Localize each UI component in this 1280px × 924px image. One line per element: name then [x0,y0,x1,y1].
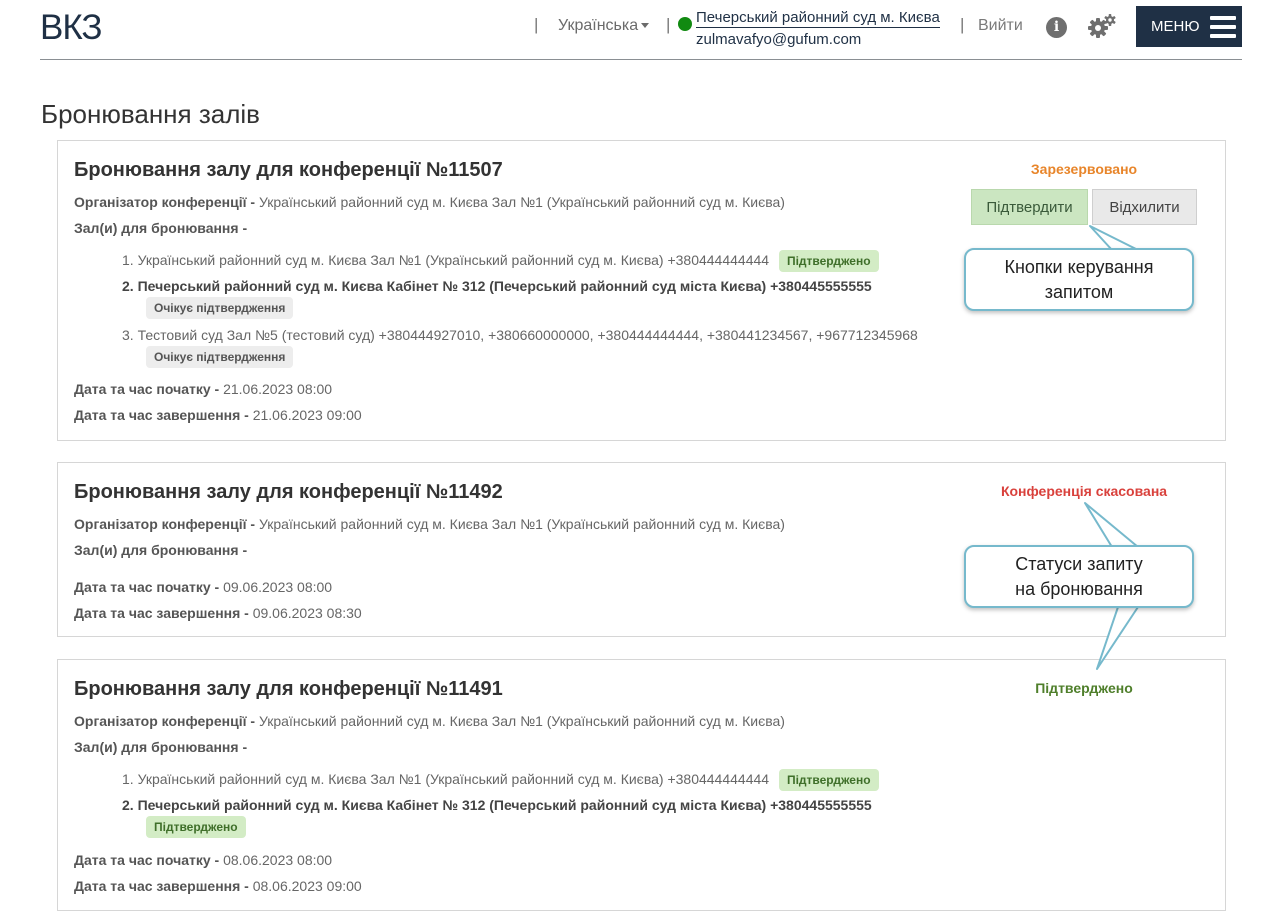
organizer-value: Український районний суд м. Києва Зал №1… [258,713,785,729]
organizer-label: Організатор конференції - [74,194,256,210]
end-label: Дата та час завершення - [74,605,249,621]
logout-link[interactable]: Вийти [978,17,1023,35]
menu-button[interactable]: МЕНЮ [1136,6,1242,47]
hall-status-badge: Підтверджено [778,250,879,272]
hall-item: 2. Печерський районний суд м. Києва Кабі… [122,278,872,294]
hall-item: 3. Тестовий суд Зал №5 (тестовий суд) +3… [122,327,918,343]
callout-text: запитом [1044,282,1114,302]
booking-status: Підтверджено [1035,680,1133,696]
online-status-icon [678,17,692,31]
callout-text: Статуси запиту [1015,554,1143,574]
booking-status: Зарезервовано [1030,161,1138,177]
start-datetime-row: Дата та час початку - 09.06.2023 08:00 [74,579,332,595]
caret-down-icon [641,23,650,29]
halls-label: Зал(и) для бронювання - [74,220,247,236]
halls-label-text: Зал(и) для бронювання - [74,739,248,755]
start-datetime-row: Дата та час початку - 08.06.2023 08:00 [74,852,332,868]
start-label: Дата та час початку - [74,579,220,595]
hall-status-badge: Очікує підтвердження [146,297,294,319]
halls-label: Зал(и) для бронювання - [74,542,247,558]
end-label: Дата та час завершення - [74,407,249,423]
user-email: zulmavafyo@gufum.com [696,31,862,48]
hall-item: 1. Український районний суд м. Києва Зал… [122,250,879,272]
halls-label-text: Зал(и) для бронювання - [74,220,248,236]
end-datetime-row: Дата та час завершення - 08.06.2023 09:0… [74,878,362,894]
top-header: ВКЗ | Українська | Печерський районний с… [40,0,1242,60]
end-value: 21.06.2023 09:00 [252,407,362,423]
hall-item: 2. Печерський районний суд м. Києва Кабі… [122,797,872,813]
organizer-value: Український районний суд м. Києва Зал №1… [258,194,785,210]
current-court-link[interactable]: Печерський районний суд м. Києва [696,9,940,28]
organizer-row: Організатор конференції - Український ра… [74,516,785,532]
halls-label-text: Зал(и) для бронювання - [74,542,248,558]
booking-title: Бронювання залу для конференції №11492 [74,481,503,503]
start-label: Дата та час початку - [74,381,220,397]
confirm-button[interactable]: Підтвердити [971,189,1088,225]
end-datetime-row: Дата та час завершення - 21.06.2023 09:0… [74,407,362,423]
booking-title: Бронювання залу для конференції №11507 [74,159,503,181]
booking-title: Бронювання залу для конференції №11491 [74,678,503,700]
gear-icon[interactable] [1087,13,1117,39]
callout-text: Кнопки керування [1004,257,1154,277]
hall-status-badge: Очікує підтвердження [146,346,294,368]
callout-text: на бронювання [1015,579,1143,599]
header-separator: | [534,15,539,34]
menu-label: МЕНЮ [1151,18,1200,35]
hall-status-badge: Підтверджено [778,769,879,791]
page-title: Бронювання залів [41,99,260,129]
hall-status-badge: Підтверджено [146,816,246,838]
booking-card: Бронювання залу для конференції №11491 О… [57,659,1226,911]
language-selector[interactable]: Українська [558,17,650,35]
end-label: Дата та час завершення - [74,878,249,894]
app-logo[interactable]: ВКЗ [40,8,102,48]
hamburger-icon [1209,15,1236,38]
organizer-value: Український районний суд м. Києва Зал №1… [258,516,785,532]
organizer-row: Організатор конференції - Український ра… [74,713,785,729]
organizer-row: Організатор конференції - Український ра… [74,194,785,210]
start-datetime-row: Дата та час початку - 21.06.2023 08:00 [74,381,332,397]
language-label: Українська [558,17,639,34]
hall-text: 1. Український районний суд м. Києва Зал… [122,771,770,787]
halls-label: Зал(и) для бронювання - [74,739,247,755]
reject-button[interactable]: Відхилити [1092,189,1197,225]
start-value: 21.06.2023 08:00 [223,381,333,397]
hall-text: 1. Український районний суд м. Києва Зал… [122,252,770,268]
header-separator: | [666,15,671,34]
info-icon[interactable]: i [1046,17,1067,38]
end-value: 09.06.2023 08:30 [252,605,362,621]
end-datetime-row: Дата та час завершення - 09.06.2023 08:3… [74,605,362,621]
start-label: Дата та час початку - [74,852,220,868]
end-value: 08.06.2023 09:00 [252,878,362,894]
callout-statuses: Статуси запиту на бронювання [964,545,1194,608]
header-separator: | [960,15,965,34]
start-value: 08.06.2023 08:00 [223,852,333,868]
booking-status: Конференція скасована [1000,483,1168,499]
callout-controls: Кнопки керування запитом [964,248,1194,311]
organizer-label: Організатор конференції - [74,713,256,729]
start-value: 09.06.2023 08:00 [223,579,333,595]
hall-item: 1. Український районний суд м. Києва Зал… [122,769,879,791]
organizer-label: Організатор конференції - [74,516,256,532]
